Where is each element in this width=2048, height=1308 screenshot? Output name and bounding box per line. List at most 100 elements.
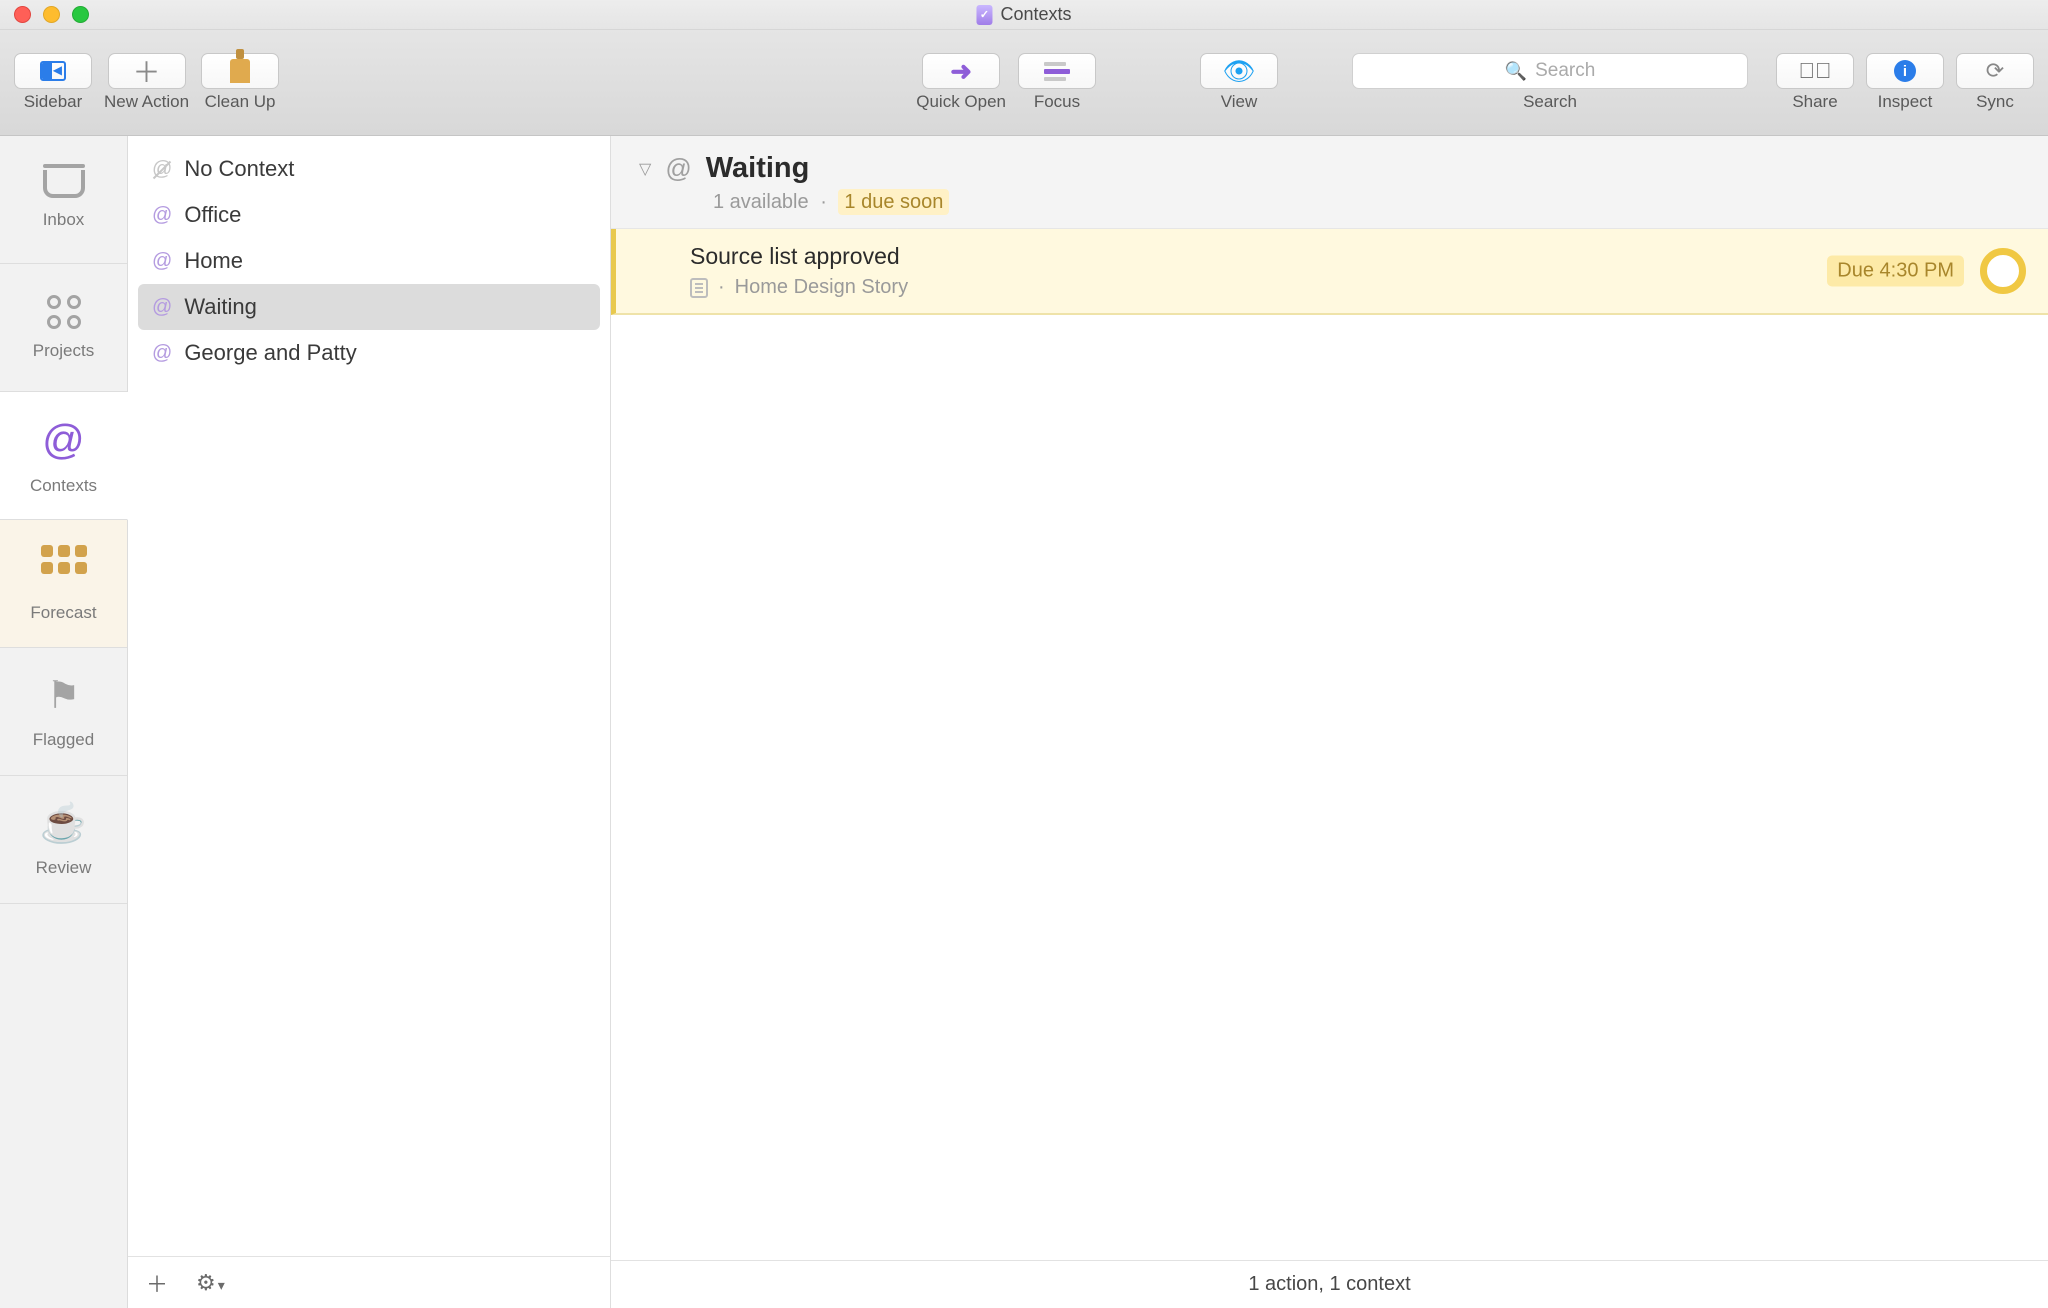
perspective-rail: Inbox Projects @ Contexts Forecast ⚑ Fla…	[0, 136, 128, 1308]
rail-review-label: Review	[36, 858, 92, 878]
context-subtitle: 1 available · 1 due soon	[713, 191, 2026, 214]
sync-icon: ⟳	[1986, 58, 2004, 84]
focus-label: Focus	[1034, 92, 1080, 112]
sidebar-icon	[40, 61, 66, 81]
chevron-down-icon: ▾	[218, 1277, 225, 1293]
rail-projects-label: Projects	[33, 341, 94, 361]
note-icon	[690, 278, 708, 298]
task-project: Home Design Story	[735, 276, 908, 299]
info-icon: i	[1894, 60, 1916, 82]
rail-projects[interactable]: Projects	[0, 264, 127, 392]
inbox-icon	[43, 170, 85, 198]
focus-icon	[1044, 62, 1070, 81]
ctx-waiting[interactable]: @ Waiting	[138, 284, 600, 330]
tool-sidebar-group: Sidebar	[14, 53, 92, 112]
quick-open-button[interactable]: ➜	[922, 53, 1000, 89]
task-complete-circle[interactable]	[1980, 248, 2026, 294]
context-settings-button[interactable]: ⚙▾	[196, 1270, 225, 1296]
tool-sync-group: ⟳ Sync	[1956, 53, 2034, 112]
status-text: 1 action, 1 context	[1248, 1273, 1410, 1296]
cleanup-icon	[230, 59, 250, 83]
ctx-george-patty[interactable]: @ George and Patty	[138, 330, 600, 376]
review-icon: ☕	[40, 802, 87, 846]
task-due-badge: Due 4:30 PM	[1827, 256, 1964, 287]
clean-up-button[interactable]	[201, 53, 279, 89]
sync-label: Sync	[1976, 92, 2014, 112]
inspect-label: Inspect	[1878, 92, 1933, 112]
inspect-button[interactable]: i	[1866, 53, 1944, 89]
sync-button[interactable]: ⟳	[1956, 53, 2034, 89]
task-subtitle: · Home Design Story	[690, 276, 2024, 299]
window-title-text: Contexts	[1000, 4, 1071, 25]
search-label: Search	[1523, 92, 1577, 112]
forecast-icon	[41, 545, 87, 591]
add-context-button[interactable]: ＋	[146, 1267, 168, 1299]
tool-cleanup-group: Clean Up	[201, 53, 279, 112]
ctx-home[interactable]: @ Home	[138, 238, 600, 284]
rail-review[interactable]: ☕ Review	[0, 776, 127, 904]
sidebar-label: Sidebar	[24, 92, 83, 112]
view-button[interactable]: 👁	[1200, 53, 1278, 89]
tool-search-group: 🔍 Search Search	[1352, 53, 1748, 112]
close-button[interactable]	[14, 6, 31, 23]
context-title: Waiting	[706, 152, 810, 185]
ctx-label: Office	[184, 202, 241, 228]
no-context-icon: @	[152, 158, 172, 181]
search-input[interactable]: 🔍 Search	[1352, 53, 1748, 89]
minimize-button[interactable]	[43, 6, 60, 23]
flag-icon: ⚑	[46, 673, 80, 718]
tool-view-group: 👁 View	[1200, 53, 1278, 112]
projects-icon	[47, 295, 81, 329]
rail-flagged[interactable]: ⚑ Flagged	[0, 648, 127, 776]
rail-inbox[interactable]: Inbox	[0, 136, 127, 264]
titlebar: Contexts	[0, 0, 2048, 30]
search-placeholder: Search	[1535, 60, 1595, 82]
disclosure-triangle[interactable]: ▽	[639, 159, 651, 179]
ctx-no-context[interactable]: @ No Context	[138, 146, 600, 192]
dot-separator: ·	[820, 191, 827, 213]
tool-inspect-group: i Inspect	[1866, 53, 1944, 112]
content-pane: ▽ @ Waiting 1 available · 1 due soon Sou…	[611, 136, 2048, 1308]
new-action-button[interactable]: ＋	[108, 53, 186, 89]
context-items: @ No Context @ Office @ Home @ Waiting @…	[128, 136, 610, 1256]
zoom-button[interactable]	[72, 6, 89, 23]
toolbar: Sidebar ＋ New Action Clean Up ➜ Quick Op…	[0, 30, 2048, 136]
plus-icon: ＋	[133, 51, 161, 91]
ctx-label: Waiting	[184, 294, 257, 320]
ctx-label: George and Patty	[184, 340, 356, 366]
rail-contexts[interactable]: @ Contexts	[0, 392, 128, 520]
window-controls	[14, 6, 89, 23]
contexts-icon: @	[42, 416, 85, 464]
rail-flagged-label: Flagged	[33, 730, 94, 750]
status-bar: 1 action, 1 context	[611, 1260, 2048, 1308]
main-area: Inbox Projects @ Contexts Forecast ⚑ Fla…	[0, 136, 2048, 1308]
rail-forecast[interactable]: Forecast	[0, 520, 127, 648]
content-body	[611, 315, 2048, 1260]
due-soon-badge: 1 due soon	[838, 189, 949, 215]
share-button[interactable]: ⇧⃞	[1776, 53, 1854, 89]
tool-share-group: ⇧⃞ Share	[1776, 53, 1854, 112]
quick-open-label: Quick Open	[916, 92, 1006, 112]
ctx-office[interactable]: @ Office	[138, 192, 600, 238]
sidebar-button[interactable]	[14, 53, 92, 89]
app-doc-icon	[976, 5, 992, 25]
window-title: Contexts	[976, 4, 1071, 25]
tool-newaction-group: ＋ New Action	[104, 53, 189, 112]
available-count: 1 available	[713, 191, 809, 213]
toolbar-right: ⇧⃞ Share i Inspect ⟳ Sync	[1776, 53, 2034, 112]
share-icon: ⇧⃞	[1799, 58, 1832, 84]
clean-up-label: Clean Up	[205, 92, 276, 112]
rail-forecast-label: Forecast	[30, 603, 96, 623]
ctx-label: No Context	[184, 156, 294, 182]
at-icon: @	[665, 153, 691, 184]
at-icon: @	[152, 296, 172, 319]
at-icon: @	[152, 204, 172, 227]
gear-icon: ⚙	[196, 1270, 216, 1295]
ctx-label: Home	[184, 248, 243, 274]
context-bottom-bar: ＋ ⚙▾	[128, 1256, 610, 1308]
view-label: View	[1221, 92, 1258, 112]
task-row[interactable]: Source list approved · Home Design Story…	[611, 229, 2048, 315]
at-icon: @	[152, 250, 172, 273]
tool-quickopen-group: ➜ Quick Open	[916, 53, 1006, 112]
focus-button[interactable]	[1018, 53, 1096, 89]
